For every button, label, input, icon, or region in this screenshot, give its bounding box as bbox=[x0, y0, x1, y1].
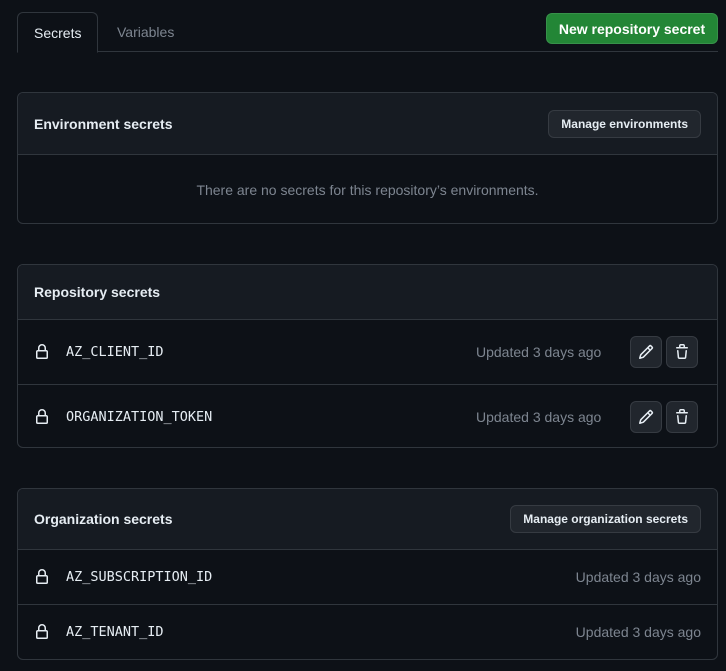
manage-organization-secrets-button[interactable]: Manage organization secrets bbox=[510, 505, 701, 533]
environment-secrets-title: Environment secrets bbox=[34, 115, 173, 132]
organization-secrets-title: Organization secrets bbox=[34, 511, 173, 527]
secret-updated: Updated 3 days ago bbox=[476, 344, 602, 360]
environment-empty-message: There are no secrets for this repository… bbox=[196, 181, 539, 198]
manage-environments-button[interactable]: Manage environments bbox=[548, 109, 701, 138]
trash-icon bbox=[676, 408, 688, 424]
delete-secret-button[interactable] bbox=[666, 400, 698, 433]
secret-name: AZ_SUBSCRIPTION_ID bbox=[66, 569, 213, 585]
tab-variables[interactable]: Variables bbox=[101, 12, 190, 52]
environment-secrets-box: Environment secrets Manage environments … bbox=[17, 92, 718, 224]
lock-icon bbox=[36, 408, 48, 424]
secret-name: ORGANIZATION_TOKEN bbox=[66, 408, 213, 425]
lock-icon bbox=[36, 344, 48, 359]
organization-secrets-header: Organization secrets Manage organization… bbox=[18, 489, 717, 550]
repository-secrets-box: Repository secrets AZ_CLIENT_ID Updated … bbox=[17, 264, 718, 448]
secret-updated: Updated 3 days ago bbox=[476, 408, 602, 425]
repository-secrets-header: Repository secrets bbox=[18, 265, 717, 320]
new-repository-secret-button[interactable]: New repository secret bbox=[546, 13, 718, 44]
pencil-icon bbox=[638, 344, 654, 360]
lock-icon bbox=[36, 569, 48, 584]
secret-row: AZ_CLIENT_ID Updated 3 days ago bbox=[18, 320, 717, 384]
secret-row: AZ_TENANT_ID Updated 3 days ago bbox=[18, 604, 717, 659]
edit-secret-button[interactable] bbox=[630, 400, 662, 433]
delete-secret-button[interactable] bbox=[666, 336, 698, 368]
repository-secrets-title: Repository secrets bbox=[34, 284, 161, 300]
secret-row: AZ_SUBSCRIPTION_ID Updated 3 days ago bbox=[18, 550, 717, 604]
environment-secrets-header: Environment secrets Manage environments bbox=[18, 93, 717, 155]
secret-name: AZ_TENANT_ID bbox=[66, 624, 164, 640]
organization-secrets-box: Organization secrets Manage organization… bbox=[17, 488, 718, 660]
edit-secret-button[interactable] bbox=[630, 336, 662, 368]
secret-name: AZ_CLIENT_ID bbox=[66, 344, 164, 360]
tab-secrets[interactable]: Secrets bbox=[17, 12, 99, 53]
secret-row: ORGANIZATION_TOKEN Updated 3 days ago bbox=[18, 384, 717, 447]
secret-updated: Updated 3 days ago bbox=[575, 569, 701, 585]
secret-updated: Updated 3 days ago bbox=[575, 624, 701, 640]
pencil-icon bbox=[638, 409, 654, 424]
trash-icon bbox=[676, 344, 688, 359]
lock-icon bbox=[36, 624, 48, 639]
